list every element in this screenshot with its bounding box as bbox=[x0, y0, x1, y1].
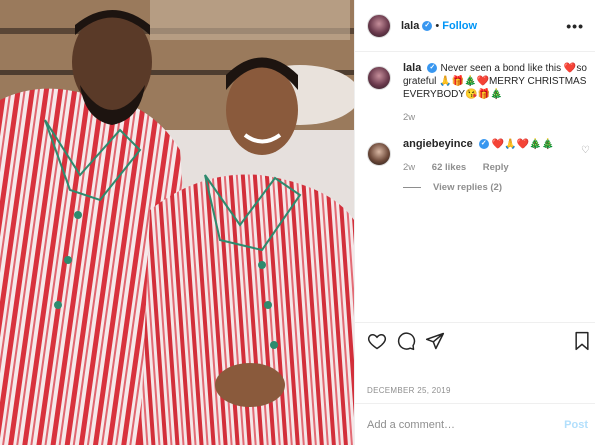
caption-avatar[interactable] bbox=[367, 66, 391, 90]
verified-icon: ✓ bbox=[422, 20, 433, 31]
add-comment-bar: Post bbox=[355, 403, 595, 445]
verified-icon: ✓ bbox=[478, 139, 489, 150]
comment-text: ❤️🙏❤️🎄🎄 bbox=[491, 139, 555, 150]
comments-list: lala ✓ Never seen a bond like this ❤️so … bbox=[355, 62, 595, 194]
comment-input[interactable] bbox=[367, 418, 547, 431]
photo-illustration bbox=[0, 0, 354, 445]
more-options-icon[interactable]: ••• bbox=[566, 18, 584, 34]
comment-item: angiebeyince ✓ ❤️🙏❤️🎄🎄 ♡ 2w 62 likes Rep… bbox=[355, 138, 595, 194]
post-comment-button[interactable]: Post bbox=[564, 419, 588, 431]
bookmark-icon[interactable] bbox=[573, 331, 591, 351]
comment-meta: 2w 62 likes Reply bbox=[403, 161, 588, 174]
author-avatar[interactable] bbox=[367, 13, 391, 38]
post-photo[interactable] bbox=[0, 0, 354, 445]
caption-meta: 2w bbox=[403, 111, 588, 124]
reply-button[interactable]: Reply bbox=[483, 162, 509, 173]
verified-icon: ✓ bbox=[427, 63, 438, 74]
comment-age[interactable]: 2w bbox=[403, 162, 415, 173]
follow-button[interactable]: Follow bbox=[442, 20, 477, 32]
post-header: lala ✓ • Follow ••• bbox=[355, 0, 595, 52]
view-replies[interactable]: View replies (2) bbox=[403, 181, 588, 194]
share-icon[interactable] bbox=[425, 331, 445, 351]
commenter-username[interactable]: angiebeyince bbox=[403, 138, 473, 150]
author-username[interactable]: lala bbox=[401, 20, 419, 32]
caption: lala ✓ Never seen a bond like this ❤️so … bbox=[355, 62, 595, 124]
comment-likes[interactable]: 62 likes bbox=[432, 162, 466, 173]
view-replies-label[interactable]: View replies (2) bbox=[433, 181, 502, 194]
post-date[interactable]: DECEMBER 25, 2019 bbox=[367, 386, 451, 395]
replies-divider bbox=[403, 187, 421, 188]
comment-icon[interactable] bbox=[396, 331, 416, 351]
separator-dot: • bbox=[435, 19, 440, 32]
caption-username[interactable]: lala bbox=[403, 62, 421, 74]
caption-age[interactable]: 2w bbox=[403, 112, 415, 123]
action-bar bbox=[355, 322, 595, 358]
heart-icon[interactable] bbox=[367, 331, 387, 351]
comment-like-heart-icon[interactable]: ♡ bbox=[581, 144, 590, 157]
post-details-panel: lala ✓ • Follow ••• lala ✓ Never seen a … bbox=[354, 0, 595, 445]
commenter-avatar[interactable] bbox=[367, 142, 391, 166]
